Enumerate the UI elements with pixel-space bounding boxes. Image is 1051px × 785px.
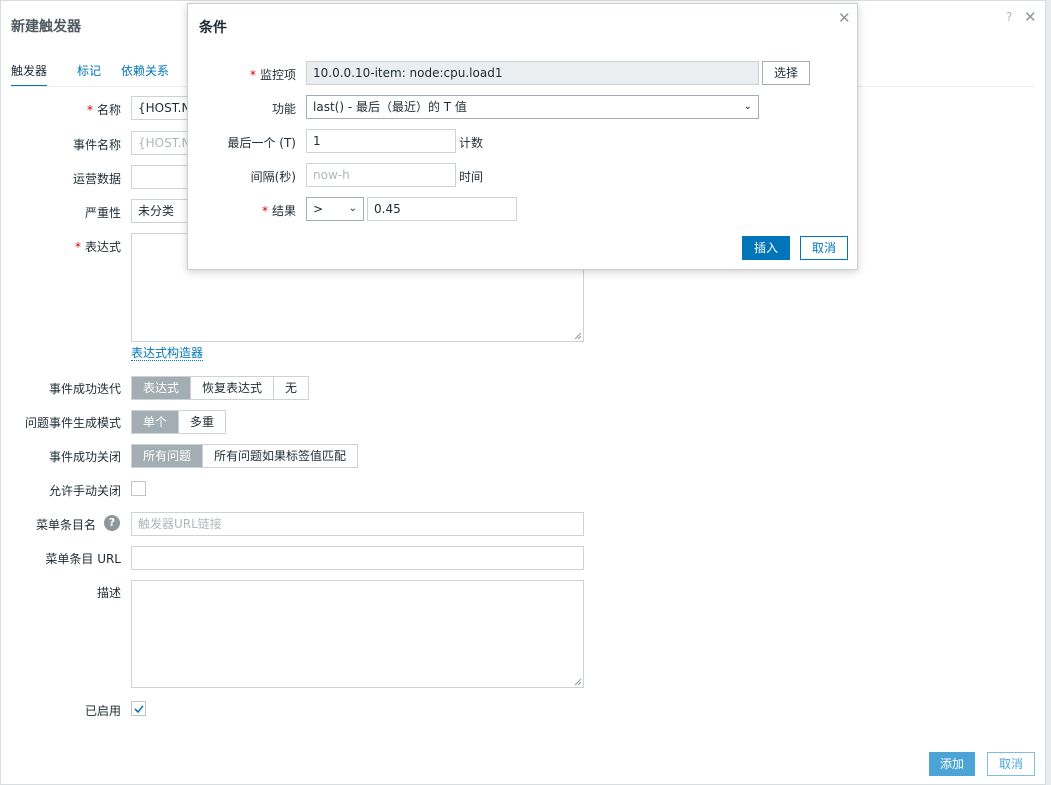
name-label: * 名称 [86, 103, 121, 117]
ok-close-tag-match[interactable]: 所有问题如果标签值匹配 [202, 445, 358, 467]
close-icon[interactable]: ✕ [838, 9, 851, 27]
url-label: 菜单条目 URL [45, 552, 121, 566]
dialog-cancel-button[interactable]: 取消 [800, 236, 848, 260]
tab-dependencies[interactable]: 依赖关系 [121, 62, 169, 87]
checkmark-icon [134, 705, 144, 714]
ok-event-gen-segment: 表达式 恢复表达式 无 [131, 376, 310, 400]
help-circle-icon[interactable]: ? [104, 515, 120, 531]
tab-tags[interactable]: 标记 [77, 62, 101, 87]
chevron-down-icon: ⌄ [348, 203, 357, 214]
resize-handle-icon[interactable] [574, 678, 582, 686]
severity-label: 严重性 [84, 206, 121, 220]
name-field[interactable]: {HOST.NA [131, 96, 191, 120]
help-icon[interactable]: ? [1006, 10, 1012, 24]
enabled-label: 已启用 [84, 704, 121, 718]
ok-close-segment: 所有问题 所有问题如果标签值匹配 [131, 444, 359, 468]
enabled-checkbox[interactable] [131, 701, 146, 716]
ok-event-gen-none[interactable]: 无 [273, 377, 309, 399]
function-label: 功能 [271, 102, 296, 116]
problem-mode-multiple[interactable]: 多重 [178, 411, 226, 433]
ok-close-label: 事件成功关闭 [48, 450, 121, 464]
manual-close-label: 允许手动关闭 [48, 484, 121, 498]
window-title: 新建触发器 [11, 19, 81, 35]
shift-field[interactable]: now-h [306, 163, 456, 187]
ok-event-gen-label: 事件成功迭代 [48, 382, 121, 396]
scrollbar[interactable] [1046, 0, 1051, 785]
manual-close-checkbox[interactable] [131, 481, 146, 496]
select-button[interactable]: 选择 [762, 61, 810, 85]
chevron-down-icon: ⌄ [743, 101, 752, 112]
add-button[interactable]: 添加 [929, 752, 975, 776]
url-name-label: 菜单条目名 [35, 518, 96, 532]
ok-event-gen-recovery[interactable]: 恢复表达式 [190, 377, 274, 399]
required-marker: * [249, 68, 256, 82]
url-name-field[interactable]: 触发器URL链接 [131, 512, 584, 536]
item-label: * 监控项 [249, 68, 296, 82]
required-marker: * [86, 103, 93, 117]
required-marker: * [261, 204, 268, 218]
last-t-field[interactable]: 1 [306, 129, 456, 153]
function-value: last() - 最后（最近）的 T 值 [313, 100, 467, 114]
opdata-field[interactable] [131, 165, 191, 189]
result-operator-value: > [313, 202, 324, 216]
tab-trigger[interactable]: 触发器 [11, 62, 48, 87]
event-name-field[interactable]: {HOST.NA [131, 131, 191, 155]
expression-builder-link[interactable]: 表达式构造器 [131, 346, 204, 361]
result-operator-select[interactable]: > ⌄ [306, 197, 364, 221]
opdata-label: 运营数据 [72, 172, 121, 186]
problem-mode-segment: 单个 多重 [131, 410, 227, 434]
problem-mode-label: 问题事件生成模式 [24, 416, 121, 430]
last-t-label: 最后一个 (T) [227, 136, 296, 150]
insert-button[interactable]: 插入 [742, 236, 790, 260]
shift-suffix: 时间 [459, 170, 484, 184]
result-label: * 结果 [261, 204, 296, 218]
last-t-suffix: 计数 [459, 136, 484, 150]
close-icon[interactable]: ✕ [1024, 8, 1037, 26]
dialog-title: 条件 [199, 20, 227, 36]
description-textarea[interactable] [131, 580, 584, 688]
problem-mode-single[interactable]: 单个 [132, 411, 179, 433]
severity-selector[interactable]: 未分类 [131, 199, 191, 223]
ok-close-all[interactable]: 所有问题 [132, 445, 203, 467]
cancel-button[interactable]: 取消 [987, 752, 1035, 776]
ok-event-gen-expression[interactable]: 表达式 [132, 377, 191, 399]
shift-label: 间隔(秒) [250, 170, 296, 184]
condition-dialog: 条件 ✕ * 监控项 10.0.0.10-item: node:cpu.load1… [187, 3, 858, 270]
result-value-field[interactable]: 0.45 [367, 197, 517, 221]
description-label: 描述 [96, 586, 121, 600]
event-name-label: 事件名称 [72, 138, 121, 152]
expression-label: * 表达式 [74, 240, 121, 254]
function-select[interactable]: last() - 最后（最近）的 T 值 ⌄ [306, 95, 759, 119]
item-field[interactable]: 10.0.0.10-item: node:cpu.load1 [306, 61, 759, 85]
required-marker: * [74, 240, 81, 254]
resize-handle-icon[interactable] [574, 332, 582, 340]
url-field[interactable] [131, 546, 584, 570]
